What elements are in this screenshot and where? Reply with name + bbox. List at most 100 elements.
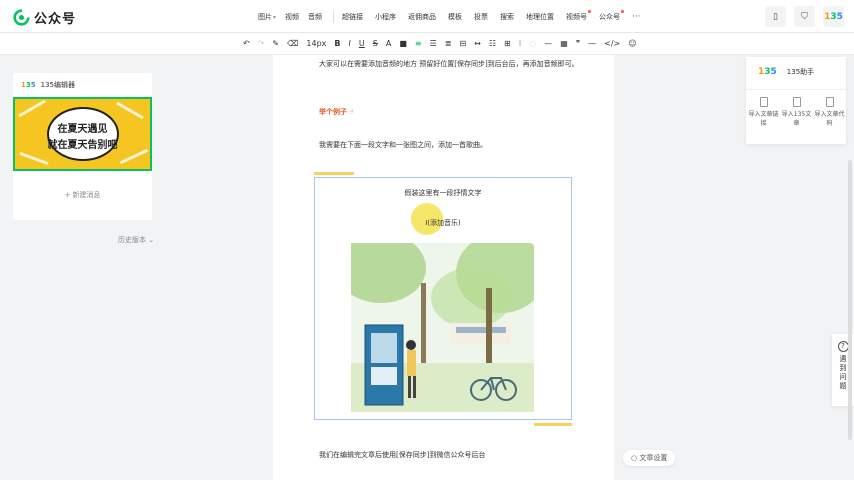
security-button[interactable]: ⛉: [794, 6, 815, 27]
insert-link-tab[interactable]: 超链接: [342, 12, 363, 22]
divider-line-icon[interactable]: —: [544, 38, 552, 50]
article-settings-button[interactable]: ○ 文章设置: [623, 450, 676, 466]
paragraph-spacing-icon[interactable]: ⊟: [459, 38, 466, 50]
undo-icon[interactable]: ↶: [243, 38, 250, 50]
new-dot-badge: [588, 10, 592, 13]
history-versions-link[interactable]: 历史版本 ⌄: [118, 234, 158, 246]
helper-header: 135 135助手: [758, 67, 814, 77]
logo[interactable]: 公众号: [13, 8, 76, 27]
import-135-label: 导入135文章: [781, 111, 812, 127]
message-list-card: 135 135编辑器 在夏天遇见 就在夏天告别吧 + 新建消息: [13, 73, 152, 220]
redo-icon[interactable]: ↷: [258, 38, 265, 50]
underline-button[interactable]: U: [359, 38, 365, 50]
placeholder-text[interactable]: 假装这里有一段抒情文字: [315, 188, 571, 198]
insert-search-tab[interactable]: 搜索: [500, 12, 514, 22]
insert-account-tab[interactable]: 公众号: [599, 10, 625, 22]
question-icon: ?: [837, 341, 849, 352]
insert-image-tab[interactable]: 图片 ▾: [258, 12, 276, 22]
cover-title-line2: 就在夏天告别吧: [47, 140, 118, 151]
article-editor[interactable]: 大家可以在需要添加音频的地方 预留好位置[保存同步]到后台后，再添加音频即可。 …: [273, 55, 614, 480]
import-link-label: 导入文章链接: [748, 111, 779, 127]
cover-stripe: [119, 148, 149, 165]
insert-location-tab[interactable]: 地理位置: [526, 12, 554, 22]
import-code-label: 导入文章代码: [814, 111, 845, 127]
margin-icon[interactable]: ⊞: [504, 38, 511, 50]
import-article-link-button[interactable]: 导入文章链接: [747, 97, 780, 128]
indent-icon[interactable]: ☰: [430, 38, 437, 50]
new-dot-badge: [621, 10, 625, 13]
article-footer-paragraph[interactable]: 我们在编辑完文章后使用[保存同步]到微信公众号后台: [319, 449, 579, 462]
insert-account-label: 公众号: [599, 13, 621, 21]
brand-135-icon: 135: [824, 11, 843, 22]
insert-toolbar: 图片 ▾ 视频 音频 超链接 小程序 返佣商品 模板 投票 搜索 地理位置 视频号…: [258, 7, 641, 27]
background-color-icon[interactable]: ■: [399, 38, 407, 50]
insert-audio-label: 音频: [308, 13, 323, 21]
more-icon[interactable]: ···: [632, 12, 641, 22]
insert-miniprogram-tab[interactable]: 小程序: [375, 12, 396, 22]
insert-video-tab[interactable]: 视频: [285, 12, 299, 22]
bold-button[interactable]: B: [334, 38, 340, 50]
insert-template-tab[interactable]: 模板: [448, 12, 462, 22]
document-icon: [792, 97, 801, 107]
cover-stripe: [19, 151, 49, 166]
new-message-button[interactable]: + 新建消息: [13, 190, 152, 200]
pointing-hand-icon: ☝: [349, 108, 354, 116]
account-name: 135编辑器: [40, 81, 75, 89]
font-size-select[interactable]: 14px: [306, 38, 326, 50]
insert-channels-tab[interactable]: 视频号: [566, 10, 592, 22]
history-label: 历史版本: [118, 236, 146, 244]
plugin-135-button[interactable]: 135: [823, 6, 844, 27]
phone-icon: ▯: [773, 11, 778, 22]
import-article-code-button[interactable]: 导入文章代码: [813, 97, 846, 128]
wechat-logo-icon: [13, 9, 30, 26]
summer-scene-illustration: [351, 243, 534, 412]
insert-vote-tab[interactable]: 投票: [474, 12, 488, 22]
article-paragraph-2[interactable]: 我需要在下面一段文字和一张图之间，添加一首歌曲。: [319, 139, 579, 152]
insert-product-tab[interactable]: 返佣商品: [408, 12, 436, 22]
align-center-icon[interactable]: ≡: [415, 38, 422, 50]
cover-stripe: [116, 101, 144, 120]
document-icon: [825, 97, 834, 107]
add-music-placeholder[interactable]: I(添加音乐): [315, 218, 571, 228]
mobile-preview-button[interactable]: ▯: [765, 6, 786, 27]
chevron-down-icon: ⌄: [148, 236, 155, 244]
top-bar: 公众号 图片 ▾ 视频 音频 超链接 小程序 返佣商品 模板 投票 搜索 地理位置…: [0, 0, 854, 33]
add-music-text: (添加音乐): [427, 219, 461, 227]
account-header: 135 135编辑器: [21, 80, 75, 90]
emoji-icon[interactable]: ☺: [628, 38, 636, 50]
strikethrough-button[interactable]: S: [373, 38, 378, 50]
illustration-image[interactable]: [351, 243, 534, 412]
font-color-icon[interactable]: A: [386, 38, 391, 50]
line-height-icon[interactable]: ≣: [445, 38, 452, 50]
table-icon[interactable]: ▦: [560, 38, 568, 50]
example-heading[interactable]: 举个例子 ☝: [319, 107, 354, 117]
brand-135-icon: 135: [21, 81, 36, 89]
format-painter-icon[interactable]: ✎: [272, 38, 279, 50]
content-frame[interactable]: 假装这里有一段抒情文字 I(添加音乐): [314, 177, 572, 420]
ordered-list-icon[interactable]: ⁝: [519, 38, 522, 50]
format-toolbar: ↶ ↷ ✎ ⌫ 14px B I U S A ■ ≡ ☰ ≣ ⊟ ↔ ☷ ⊞ ⁝…: [0, 33, 854, 55]
cover-stripe: [18, 99, 46, 118]
clear-format-icon[interactable]: ⌫: [287, 38, 298, 50]
emoji-dim-icon[interactable]: ◌: [529, 38, 536, 50]
brand-135-icon: 135: [758, 67, 777, 77]
quote-icon[interactable]: ❞: [576, 38, 580, 50]
code-icon[interactable]: </>: [604, 38, 620, 50]
help-label: 遇到问题: [839, 355, 847, 390]
top-right-actions: ▯ ⛉ 135: [765, 6, 844, 27]
insert-image-label: 图片: [258, 13, 272, 21]
frame-decoration-bottom: [534, 423, 572, 426]
horizontal-rule-icon[interactable]: ―: [588, 38, 596, 50]
frame-decoration-top: [314, 172, 354, 175]
article-cover[interactable]: 在夏天遇见 就在夏天告别吧: [13, 97, 152, 171]
article-paragraph-1[interactable]: 大家可以在需要添加音频的地方 预留好位置[保存同步]到后台后，再添加音频即可。: [319, 58, 579, 71]
document-icon: [759, 97, 768, 107]
letter-spacing-icon[interactable]: ↔: [474, 38, 481, 50]
settings-icon: ○: [631, 454, 638, 462]
bullet-list-icon[interactable]: ☷: [489, 38, 496, 50]
import-135-article-button[interactable]: 导入135文章: [780, 97, 813, 128]
insert-audio-tab[interactable]: 音频: [308, 12, 322, 22]
italic-button[interactable]: I: [349, 38, 351, 50]
helper-135-panel: 135 135助手 导入文章链接 导入135文章 导入文章代码: [746, 57, 846, 144]
scrollbar[interactable]: [848, 160, 852, 440]
